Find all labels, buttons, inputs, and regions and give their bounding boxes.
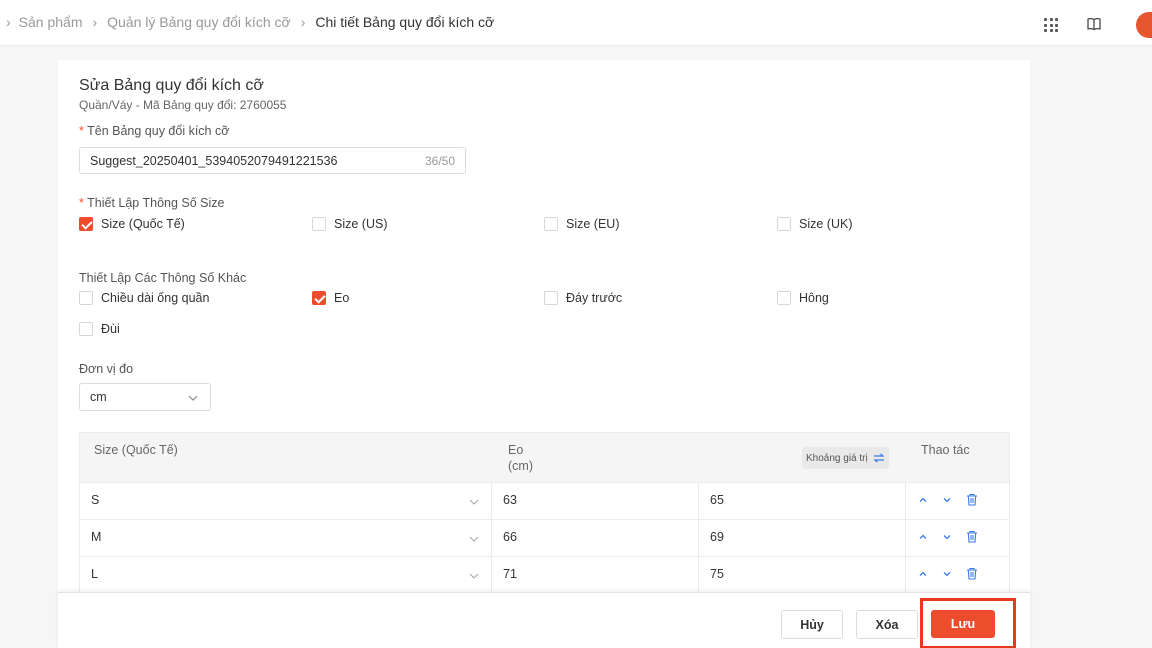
page-title: Sửa Bảng quy đổi kích cỡ <box>79 77 264 94</box>
trash-icon[interactable] <box>966 567 978 580</box>
cancel-button[interactable]: Hủy <box>781 610 843 639</box>
waist-min-value: 71 <box>503 567 517 581</box>
chevron-down-icon <box>469 569 479 584</box>
column-header-waist-unit: (cm) <box>508 459 533 473</box>
size-select-cell[interactable]: M <box>80 520 492 556</box>
chevron-down-icon <box>469 532 479 547</box>
move-down-icon[interactable] <box>942 495 952 505</box>
waist-min-input[interactable]: 66 <box>492 520 699 556</box>
column-header-waist: Eo <box>508 443 524 457</box>
waist-min-value: 66 <box>503 530 517 544</box>
column-header-size: Size (Quốc Tế) <box>94 443 178 457</box>
size-select-cell[interactable]: L <box>80 557 492 593</box>
unit-select-value: cm <box>90 390 107 404</box>
checkbox-label: Size (US) <box>334 217 388 231</box>
checkbox-label: Size (EU) <box>566 217 620 231</box>
size-select-cell[interactable]: S <box>80 483 492 519</box>
move-down-icon[interactable] <box>942 569 952 579</box>
other-setup-label: Thiết Lập Các Thông Số Khác <box>79 271 247 285</box>
checkbox-label: Đáy trước <box>566 291 623 305</box>
waist-max-value: 69 <box>710 530 724 544</box>
save-button-highlight <box>920 598 1016 648</box>
page-subtitle: Quần/Váy - Mã Bảng quy đổi: 2760055 <box>79 98 287 112</box>
breadcrumb-item-size-chart-management[interactable]: Quản lý Bảng quy đổi kích cỡ <box>107 14 291 30</box>
breadcrumb: › Sản phẩm › Quản lý Bảng quy đổi kích c… <box>6 14 494 30</box>
checkbox-thigh[interactable]: Đùi <box>79 322 120 336</box>
checkbox-size-us[interactable]: Size (US) <box>312 217 387 231</box>
unit-select[interactable]: cm <box>79 383 211 411</box>
checkbox-size-eu[interactable]: Size (EU) <box>544 217 619 231</box>
checkbox-waist[interactable]: Eo <box>312 291 349 305</box>
size-setup-label: Thiết Lập Thông Số Size <box>79 196 224 210</box>
checkbox-icon <box>312 217 326 231</box>
book-icon[interactable] <box>1086 16 1102 35</box>
waist-max-value: 75 <box>710 567 724 581</box>
checkbox-icon <box>544 291 558 305</box>
size-chart-name-input[interactable]: Suggest_20250401_5394052079491221536 36/… <box>79 147 466 174</box>
waist-max-input[interactable]: 75 <box>699 557 906 593</box>
top-bar: › Sản phẩm › Quản lý Bảng quy đổi kích c… <box>0 0 1152 46</box>
checkbox-checked-icon <box>312 291 326 305</box>
checkbox-label: Hông <box>799 291 829 305</box>
swap-arrows-icon <box>873 453 885 463</box>
name-label: Tên Bảng quy đổi kích cỡ <box>79 124 229 138</box>
chevron-right-icon: › <box>300 14 306 30</box>
footer-action-bar: Hủy Xóa Lưu <box>58 592 1030 648</box>
checkbox-label: Size (UK) <box>799 217 853 231</box>
table-row: M 66 69 <box>79 520 1010 557</box>
chevron-right-icon: › <box>92 14 98 30</box>
checkbox-size-uk[interactable]: Size (UK) <box>777 217 852 231</box>
waist-max-input[interactable]: 65 <box>699 483 906 519</box>
checkbox-leg-length[interactable]: Chiều dài ống quần <box>79 291 209 305</box>
table-row: L 71 75 <box>79 557 1010 594</box>
checkbox-hip[interactable]: Hông <box>777 291 829 305</box>
breadcrumb-item-products[interactable]: Sản phẩm <box>19 14 83 30</box>
checkbox-size-international[interactable]: Size (Quốc Tế) <box>79 217 185 231</box>
column-header-actions: Thao tác <box>921 443 970 457</box>
waist-max-value: 65 <box>710 493 724 507</box>
chevron-right-icon: › <box>6 14 11 30</box>
size-chart-form: Sửa Bảng quy đổi kích cỡ Quần/Váy - Mã B… <box>58 60 1030 648</box>
chevron-down-icon <box>188 391 198 406</box>
size-value: S <box>91 493 100 507</box>
size-value: M <box>91 530 102 544</box>
checkbox-label: Eo <box>334 291 350 305</box>
value-range-toggle-button[interactable]: Khoảng giá trị <box>802 447 889 469</box>
checkbox-icon <box>544 217 558 231</box>
delete-button[interactable]: Xóa <box>856 610 918 639</box>
unit-label: Đơn vị đo <box>79 362 134 376</box>
move-up-icon[interactable] <box>918 569 928 579</box>
chevron-down-icon <box>469 495 479 510</box>
char-counter: 36/50 <box>424 154 455 168</box>
checkbox-front-rise[interactable]: Đáy trước <box>544 291 622 305</box>
table-header: Size (Quốc Tế) Eo (cm) Khoảng giá trị Th… <box>79 432 1010 483</box>
checkbox-icon <box>777 217 791 231</box>
waist-max-input[interactable]: 69 <box>699 520 906 556</box>
name-input-value: Suggest_20250401_5394052079491221536 <box>90 154 338 168</box>
breadcrumb-current: Chi tiết Bảng quy đổi kích cỡ <box>315 14 495 30</box>
move-up-icon[interactable] <box>918 495 928 505</box>
checkbox-label: Đùi <box>101 322 120 336</box>
table-row: S 63 65 <box>79 483 1010 520</box>
waist-min-input[interactable]: 71 <box>492 557 699 593</box>
size-value: L <box>91 567 98 581</box>
trash-icon[interactable] <box>966 493 978 506</box>
checkbox-label: Size (Quốc Tế) <box>101 217 185 231</box>
apps-grid-icon[interactable] <box>1044 18 1058 32</box>
checkbox-label: Chiều dài ống quần <box>101 291 210 305</box>
checkbox-icon <box>79 322 93 336</box>
checkbox-checked-icon <box>79 217 93 231</box>
checkbox-icon <box>79 291 93 305</box>
move-down-icon[interactable] <box>942 532 952 542</box>
avatar[interactable] <box>1136 12 1152 38</box>
waist-min-value: 63 <box>503 493 517 507</box>
checkbox-icon <box>777 291 791 305</box>
move-up-icon[interactable] <box>918 532 928 542</box>
trash-icon[interactable] <box>966 530 978 543</box>
range-button-label: Khoảng giá trị <box>806 452 868 464</box>
waist-min-input[interactable]: 63 <box>492 483 699 519</box>
